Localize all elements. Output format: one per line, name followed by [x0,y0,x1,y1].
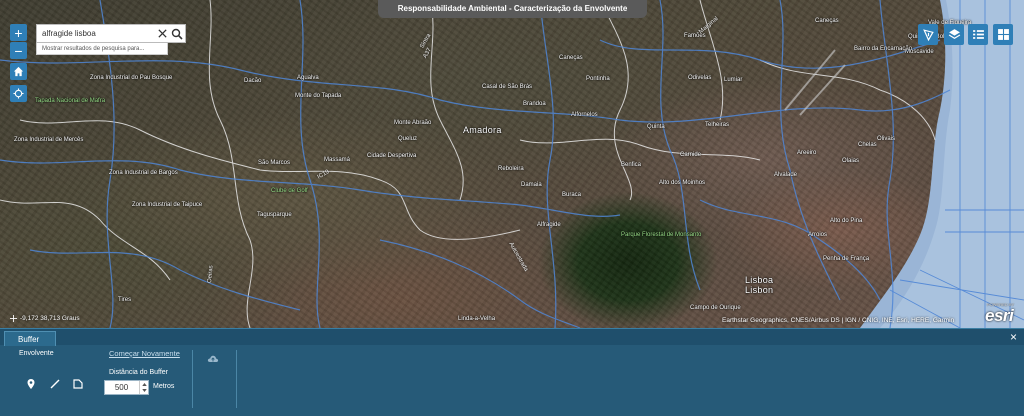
map-place-label: Alto dos Moinhos [659,180,706,186]
point-draw-icon[interactable] [25,378,37,390]
map-place-label: Dacão [244,78,262,84]
crosshair-icon [10,315,17,322]
distance-label: Distância do Buffer [109,369,169,376]
divider [236,350,237,408]
zoom-in-button[interactable]: + [10,24,27,41]
distance-field [104,380,149,395]
map-place-label: Brandoa [523,101,546,107]
legend-button[interactable] [968,24,988,45]
home-button[interactable] [10,63,27,80]
map-place-label: Cidade Despertiva [367,153,417,159]
map-view[interactable]: CaneçasVale de FigueiraQuinta de BolaBai… [0,0,1024,328]
distance-stepper[interactable] [139,381,148,394]
legend-icon [972,30,984,39]
map-place-label: Lumiar [724,77,743,83]
search-input[interactable] [37,25,152,42]
map-place-label: Zona Industrial de Mercês [14,137,84,143]
map-place-label: Reboleira [498,166,524,172]
tab-buffer[interactable]: Buffer [4,331,56,346]
map-place-label: Benfica [621,162,642,168]
map-place-label: Massamá [324,157,351,163]
polygon-draw-icon[interactable] [72,378,84,390]
map-place-label: Alvalade [774,172,798,178]
about-icon [922,29,934,41]
locate-icon [13,88,24,99]
map-place-label: Olivais [877,136,896,142]
map-place-label: Arroios [808,232,828,238]
map-place-label: Quinta [647,124,665,130]
map-place-label: Agualva [297,75,319,81]
envolvente-label: Envolvente [19,350,54,357]
map-place-label: Zona Industrial do Pau Bosque [90,75,173,81]
map-attribution: Earthstar Geographics, CNES/Airbus DS | … [722,317,955,324]
airport-runways [784,49,846,116]
stepper-down-icon[interactable] [141,387,148,393]
map-place-label: Alfornelos [571,112,598,118]
map-place-label: Caneças [815,18,839,24]
distance-input[interactable] [105,381,138,394]
map-place-label: Odivelas [688,75,712,81]
coordinates-text: -9,172 38,713 Graus [20,315,80,322]
clear-search-icon[interactable] [157,28,168,39]
cloud-upload-icon[interactable] [207,353,219,365]
basemap-gallery-icon [997,29,1009,40]
map-place-label: Alfragide [537,222,561,228]
map-place-label: Caneças [559,55,583,61]
map-place-label: Olaias [842,158,860,164]
layers-icon [948,29,960,39]
map-place-label: Queluz [398,136,418,142]
zoom-out-label: − [14,42,23,59]
zoom-out-button[interactable]: − [10,42,27,59]
buffer-panel: Buffer × Envolvente Começar Novamente Di… [0,328,1024,416]
search-box [36,24,186,43]
map-place-label: Tagusparque [257,212,292,218]
map-park-label: Clube de Golf [271,188,308,194]
map-place-label: Amadora [463,125,502,135]
line-draw-icon[interactable] [49,378,61,390]
map-place-label: Monte Abraão [394,120,432,126]
map-place-label: Damaia [521,182,542,188]
restart-link[interactable]: Começar Novamente [109,349,180,358]
app-root: CaneçasVale de FigueiraQuinta de BolaBai… [0,0,1024,416]
map-place-label: Pontinha [586,76,610,82]
home-icon [13,66,24,77]
map-place-label: Carnide [680,152,702,158]
close-panel-button[interactable]: × [1010,331,1017,343]
map-park-label: Tapada Nacional de Mafra [35,98,106,104]
search-suggestion[interactable]: Mostrar resultados de pesquisa para... [36,43,168,55]
basemap-gallery-button[interactable] [993,24,1013,45]
map-place-label: Lisboa [745,275,774,285]
map-park-label: Parque Florestal de Monsanto [621,232,702,238]
layers-button[interactable] [944,24,964,45]
panel-body: Envolvente Começar Novamente Distância d… [0,345,1024,416]
map-place-label: Zona Industrial de Bargos [109,170,178,176]
map-place-label: Chelas [858,142,877,148]
esri-logo[interactable]: esri [985,306,1014,326]
zoom-in-label: + [14,24,23,41]
map-place-label: Alto do Pina [830,218,863,224]
map-place-label: Buraca [562,192,582,198]
map-place-label: São Marcos [258,160,291,166]
map-place-label: Casal de São Brás [482,84,533,90]
map-place-label: Penha de França [823,256,870,262]
search-icon[interactable] [171,28,183,40]
divider [192,350,193,408]
map-place-label: Telheiras [705,122,730,128]
map-place-label: Areeiro [797,150,817,156]
coordinate-readout[interactable]: -9,172 38,713 Graus [10,315,80,322]
map-place-label: Lisbon [745,285,774,295]
about-button[interactable] [918,24,938,45]
locate-button[interactable] [10,85,27,102]
map-place-label: Tires [118,297,132,303]
map-place-label: Bairro da Encarnação [854,46,913,52]
map-place-label: Monte do Tapada [295,93,342,99]
distance-unit: Metros [153,383,175,390]
map-place-label: Zona Industrial de Taipuce [132,202,203,208]
app-title: Responsabilidade Ambiental - Caracteriza… [378,0,647,18]
map-place-label: Campo de Ourique [690,305,741,311]
map-place-label: Moscavide [905,49,934,55]
map-place-label: Linda-a-Velha [458,316,496,322]
panel-header: Buffer × [0,328,1024,346]
